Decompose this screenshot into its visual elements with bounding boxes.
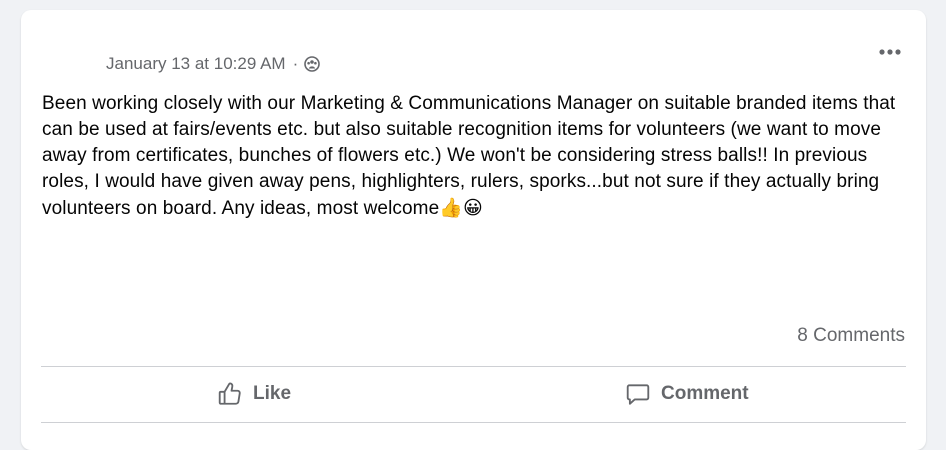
thumbs-up-icon xyxy=(218,382,241,405)
more-options-icon xyxy=(879,49,901,55)
group-privacy-icon[interactable] xyxy=(304,56,321,72)
actions-top-divider xyxy=(41,366,906,367)
post-timestamp[interactable]: January 13 at 10:29 AM xyxy=(106,54,286,74)
post-card: January 13 at 10:29 AM · Been working cl… xyxy=(21,10,926,450)
like-label: Like xyxy=(253,383,292,404)
comment-button[interactable]: Comment xyxy=(625,370,749,418)
actions-bottom-divider xyxy=(41,422,906,423)
comment-bubble-icon xyxy=(626,384,650,405)
like-button[interactable]: Like xyxy=(217,370,291,418)
comments-count-link[interactable]: 8 Comments xyxy=(797,325,905,347)
post-meta: January 13 at 10:29 AM · xyxy=(106,54,321,74)
comment-label: Comment xyxy=(661,383,749,404)
post-body: Been working closely with our Marketing … xyxy=(42,91,912,222)
more-options-button[interactable] xyxy=(876,38,904,66)
grinning-face-emoji: 😀 xyxy=(463,197,483,219)
meta-separator: · xyxy=(292,54,299,73)
thumbs-up-emoji: 👍 xyxy=(439,197,464,219)
